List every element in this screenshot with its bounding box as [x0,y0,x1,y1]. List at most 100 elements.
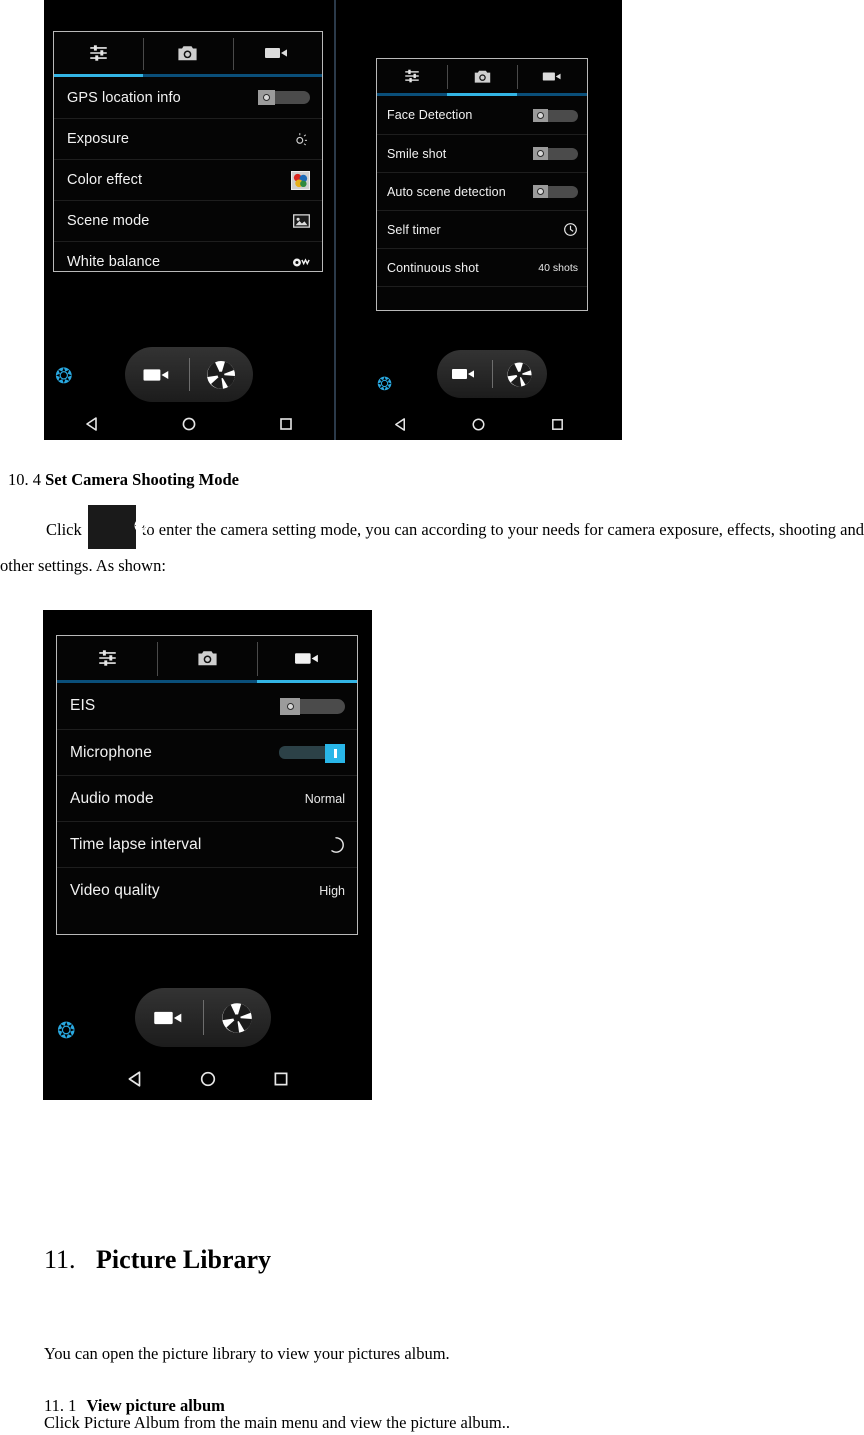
setting-row-scene-mode[interactable]: Scene mode [54,200,322,241]
video-record-button[interactable] [135,1008,203,1028]
face-detection-toggle[interactable] [533,108,578,122]
audio-mode-value: Normal [304,791,345,806]
video-camera-icon [265,48,288,58]
clock-icon[interactable] [563,222,578,237]
aperture-icon [207,360,236,389]
settings-tab-bar [57,636,357,680]
tab-video[interactable] [257,636,357,680]
setting-label: Face Detection [387,108,473,122]
settings-row-list: EIS Microphone Audio mode Normal Time la… [57,683,357,913]
setting-row-color-effect[interactable]: Color effect [54,159,322,200]
camera-icon [197,651,217,666]
section-number: 11. [44,1245,76,1275]
android-navigation-bar [44,408,334,440]
setting-label: Continuous shot [387,260,479,275]
setting-row-eis[interactable]: EIS [57,683,357,729]
settings-tab-bar [54,32,322,74]
scene-mode-icon[interactable] [293,214,310,228]
sliders-icon [98,650,116,666]
section-heading-11-1: 11. 1 View picture album [44,1397,225,1415]
smile-shot-toggle[interactable] [533,147,578,160]
setting-row-time-lapse-interval[interactable]: Time lapse interval [57,821,357,867]
android-navigation-bar [98,1060,317,1098]
tab-indicator-photo [157,680,257,683]
shutter-button[interactable] [493,359,548,390]
setting-label: EIS [70,697,96,714]
setting-label: Time lapse interval [70,835,202,853]
video-camera-icon [143,368,168,381]
section-title: Set Camera Shooting Mode [45,469,239,489]
color-effect-icon[interactable] [291,170,310,190]
tab-indicator-video [257,680,357,683]
recents-square-icon[interactable] [278,416,294,432]
recents-square-icon[interactable] [550,417,565,432]
tab-photo[interactable] [157,636,257,680]
setting-label: Self timer [387,222,441,237]
shutter-button[interactable] [190,357,254,393]
tab-indicator-general [54,74,144,77]
video-camera-icon [153,1011,182,1024]
setting-row-auto-scene-detection[interactable]: Auto scene detection [377,172,587,210]
back-triangle-icon[interactable] [126,1070,144,1088]
camera-settings-card-general: GPS location info Exposure Color effect [53,31,323,272]
setting-row-microphone[interactable]: Microphone [57,729,357,775]
back-triangle-icon[interactable] [84,416,100,432]
video-record-button[interactable] [125,366,189,384]
setting-row-video-quality[interactable]: Video quality High [57,867,357,913]
white-balance-icon[interactable] [292,256,310,269]
tab-video[interactable] [232,32,322,74]
intro-text: You can open the picture library to view… [44,1344,450,1363]
aperture-icon [507,361,532,387]
setting-label: White balance [67,254,161,270]
tab-photo[interactable] [143,32,232,74]
body-text: Click Picture Album from the main menu a… [44,1413,511,1432]
gps-location-toggle[interactable] [258,90,310,105]
recents-square-icon[interactable] [272,1070,290,1088]
setting-row-self-timer[interactable]: Self timer [377,210,587,248]
tab-indicator-video [232,74,322,77]
tab-video[interactable] [517,59,587,93]
setting-row-continuous-shot[interactable]: Continuous shot 40 shots [377,248,587,286]
shutter-button[interactable] [204,999,272,1037]
setting-row-audio-mode[interactable]: Audio mode Normal [57,775,357,821]
settings-row-list: GPS location info Exposure Color effect [54,77,322,271]
tab-general[interactable] [377,59,447,93]
camera-icon [474,70,490,83]
setting-row-exposure[interactable]: Exposure [54,118,322,159]
setting-row-partial[interactable] [377,286,587,310]
tab-general[interactable] [54,32,143,74]
home-circle-icon[interactable] [471,417,486,432]
home-circle-icon[interactable] [181,416,197,432]
camera-settings-card-video: EIS Microphone Audio mode Normal Time la… [56,635,358,935]
setting-row-face-detection[interactable]: Face Detection [377,96,587,134]
setting-row-smile-shot[interactable]: Smile shot [377,134,587,172]
setting-row-gps-location-info[interactable]: GPS location info [54,77,322,118]
eis-toggle[interactable] [280,697,345,715]
video-camera-icon [294,652,318,664]
capture-mode-pill [125,347,253,402]
setting-row-white-balance[interactable]: White balance [54,241,322,271]
back-triangle-icon[interactable] [393,417,408,432]
camera-settings-gear-button[interactable]: ❂ [55,366,73,387]
gear-icon: ❂ [87,505,150,549]
tab-indicator-general [57,680,157,683]
capture-mode-pill [437,350,547,398]
camera-settings-gear-button[interactable]: ❂ [377,375,392,393]
tab-indicator-row [57,680,357,683]
section-heading-11: 11. Picture Library [44,1247,271,1273]
tab-indicator-row [54,74,322,77]
exposure-icon[interactable] [293,131,310,148]
home-circle-icon[interactable] [199,1070,217,1088]
camera-settings-gear-button[interactable]: ❂ [57,1020,75,1042]
tab-indicator-row [377,93,587,96]
microphone-toggle[interactable] [279,743,345,763]
tab-indicator-photo [447,93,517,96]
timelapse-icon[interactable] [327,836,345,854]
continuous-shot-value: 40 shots [538,261,578,274]
setting-label: GPS location info [67,89,181,106]
tab-general[interactable] [57,636,157,680]
setting-label: Microphone [70,743,152,761]
video-record-button[interactable] [437,366,492,382]
auto-scene-detection-toggle[interactable] [533,185,578,198]
tab-photo[interactable] [447,59,517,93]
